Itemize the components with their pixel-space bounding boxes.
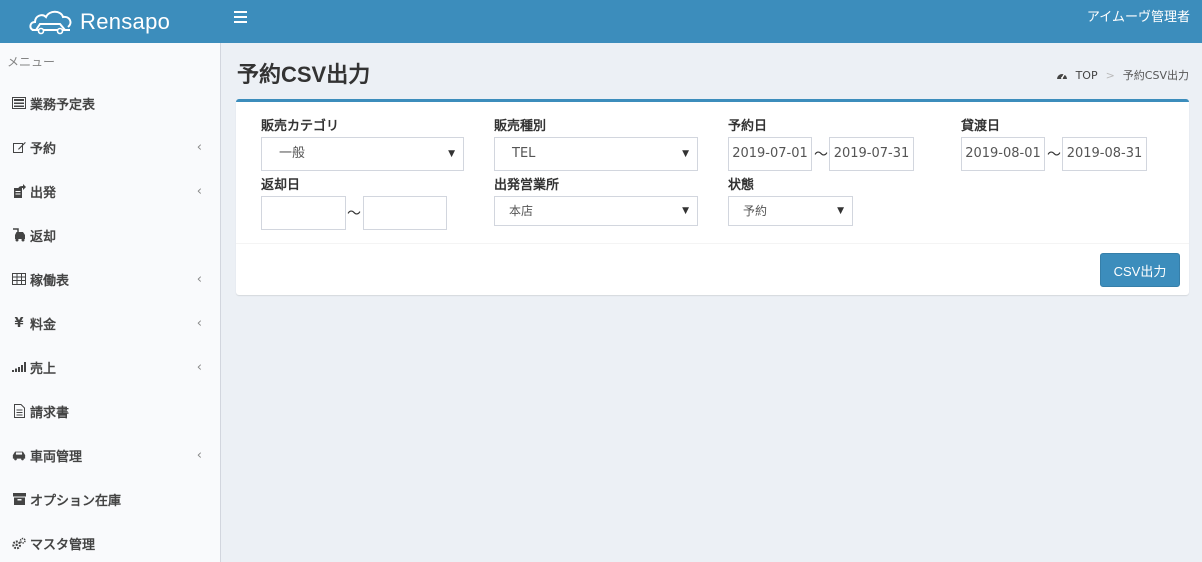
chevron-left-icon: ‹	[196, 183, 202, 199]
sidebar-item-label: 出発	[30, 185, 57, 201]
sidebar-menu-header: メニュー	[7, 55, 56, 69]
sidebar-item-reservation[interactable]: 予約 ‹	[0, 125, 220, 169]
sidebar-item-label: マスタ管理	[30, 537, 96, 553]
breadcrumb-home-link[interactable]: TOP	[1056, 69, 1098, 82]
rental-date-from-input[interactable]: 2019-08-01	[961, 137, 1045, 171]
main-content: 予約CSV出力 TOP > 予約CSV出力 販売カテゴリ 一般 ▼ 販売種別 T…	[221, 43, 1202, 562]
sidebar-item-invoice[interactable]: 請求書	[0, 389, 220, 433]
dashboard-icon	[1056, 73, 1067, 79]
sidebar-item-label: 車両管理	[30, 449, 83, 465]
edit-icon	[12, 140, 26, 154]
sidebar-item-schedule[interactable]: 業務予定表	[0, 81, 220, 125]
rental-date-label: 貸渡日	[961, 119, 1001, 134]
departure-office-label: 出発営業所	[494, 178, 560, 193]
top-navbar: Rensapo アイムーヴ管理者	[0, 0, 1202, 43]
return-date-to-input[interactable]	[363, 196, 447, 230]
sidebar-item-label: 稼働表	[30, 273, 70, 289]
cogs-icon	[12, 536, 26, 550]
sidebar-item-master[interactable]: マスタ管理	[0, 521, 220, 562]
breadcrumb-current: 予約CSV出力	[1122, 69, 1189, 82]
chevron-left-icon: ‹	[196, 447, 202, 463]
rental-date-to-input[interactable]: 2019-08-31	[1062, 137, 1147, 171]
dropdown-arrow-icon: ▼	[682, 206, 689, 216]
chevron-left-icon: ‹	[196, 139, 202, 155]
sales-type-select[interactable]: TEL ▼	[494, 137, 698, 171]
share-document-icon	[12, 184, 26, 198]
departure-office-select[interactable]: 本店 ▼	[494, 196, 698, 226]
return-car-icon	[12, 228, 26, 242]
sidebar-item-label: 予約	[30, 141, 57, 157]
sidebar-item-label: 料金	[30, 317, 57, 333]
range-separator: 〜	[814, 147, 828, 163]
box-footer: CSV出力	[236, 243, 1189, 295]
sales-category-select[interactable]: 一般 ▼	[261, 137, 464, 171]
archive-icon	[12, 492, 26, 506]
logo[interactable]: Rensapo	[0, 0, 220, 43]
breadcrumb: TOP > 予約CSV出力	[1056, 67, 1189, 83]
chevron-left-icon: ‹	[196, 271, 202, 287]
sidebar-item-return[interactable]: 返却	[0, 213, 220, 257]
sidebar-item-sales[interactable]: 売上 ‹	[0, 345, 220, 389]
chevron-left-icon: ‹	[196, 315, 202, 331]
sales-category-label: 販売カテゴリ	[261, 119, 340, 134]
status-label: 状態	[728, 178, 755, 193]
sidebar: メニュー 業務予定表 予約 ‹ 出発 ‹ 返却 稼働表 ‹ ¥ 料金 ‹ 売上 …	[0, 43, 221, 562]
csv-export-button[interactable]: CSV出力	[1100, 253, 1180, 287]
page-title: 予約CSV出力	[237, 62, 371, 87]
table-icon	[12, 272, 26, 286]
logo-text: Rensapo	[80, 8, 171, 34]
chevron-left-icon: ‹	[196, 359, 202, 375]
status-select[interactable]: 予約 ▼	[728, 196, 853, 226]
breadcrumb-home-label: TOP	[1075, 68, 1098, 82]
list-alt-icon	[12, 96, 26, 110]
signal-icon	[12, 360, 26, 374]
sidebar-item-option-stock[interactable]: オプション在庫	[0, 477, 220, 521]
car-cloud-icon	[29, 10, 72, 34]
csv-export-form-box: 販売カテゴリ 一般 ▼ 販売種別 TEL ▼ 予約日 2019-07-01 〜 …	[236, 99, 1189, 295]
range-separator: 〜	[1047, 147, 1061, 163]
dropdown-arrow-icon: ▼	[837, 206, 844, 216]
sales-type-label: 販売種別	[494, 119, 547, 134]
breadcrumb-separator: >	[1105, 68, 1115, 82]
return-date-label: 返却日	[261, 178, 301, 193]
sidebar-item-label: 請求書	[30, 405, 70, 421]
sidebar-toggle-icon[interactable]	[234, 11, 250, 27]
dropdown-arrow-icon: ▼	[682, 149, 689, 159]
car-icon	[12, 448, 26, 462]
status-value: 予約	[743, 204, 768, 218]
sales-type-value: TEL	[512, 146, 536, 161]
reservation-date-to-input[interactable]: 2019-07-31	[829, 137, 914, 171]
dropdown-arrow-icon: ▼	[448, 149, 455, 159]
return-date-from-input[interactable]	[261, 196, 346, 230]
sidebar-item-pricing[interactable]: ¥ 料金 ‹	[0, 301, 220, 345]
sidebar-item-label: オプション在庫	[30, 493, 122, 509]
file-text-icon	[12, 404, 26, 418]
reservation-date-label: 予約日	[728, 119, 768, 134]
sidebar-item-departure[interactable]: 出発 ‹	[0, 169, 220, 213]
sales-category-value: 一般	[279, 146, 306, 161]
sidebar-item-label: 売上	[30, 361, 57, 377]
departure-office-value: 本店	[509, 204, 534, 218]
sidebar-item-utilization[interactable]: 稼働表 ‹	[0, 257, 220, 301]
reservation-date-from-input[interactable]: 2019-07-01	[728, 137, 812, 171]
sidebar-item-label: 返却	[30, 229, 57, 245]
yen-icon: ¥	[14, 315, 24, 331]
sidebar-item-vehicles[interactable]: 車両管理 ‹	[0, 433, 220, 477]
range-separator: 〜	[347, 206, 361, 222]
sidebar-item-label: 業務予定表	[30, 97, 96, 113]
user-menu[interactable]: アイムーヴ管理者	[1087, 0, 1190, 36]
